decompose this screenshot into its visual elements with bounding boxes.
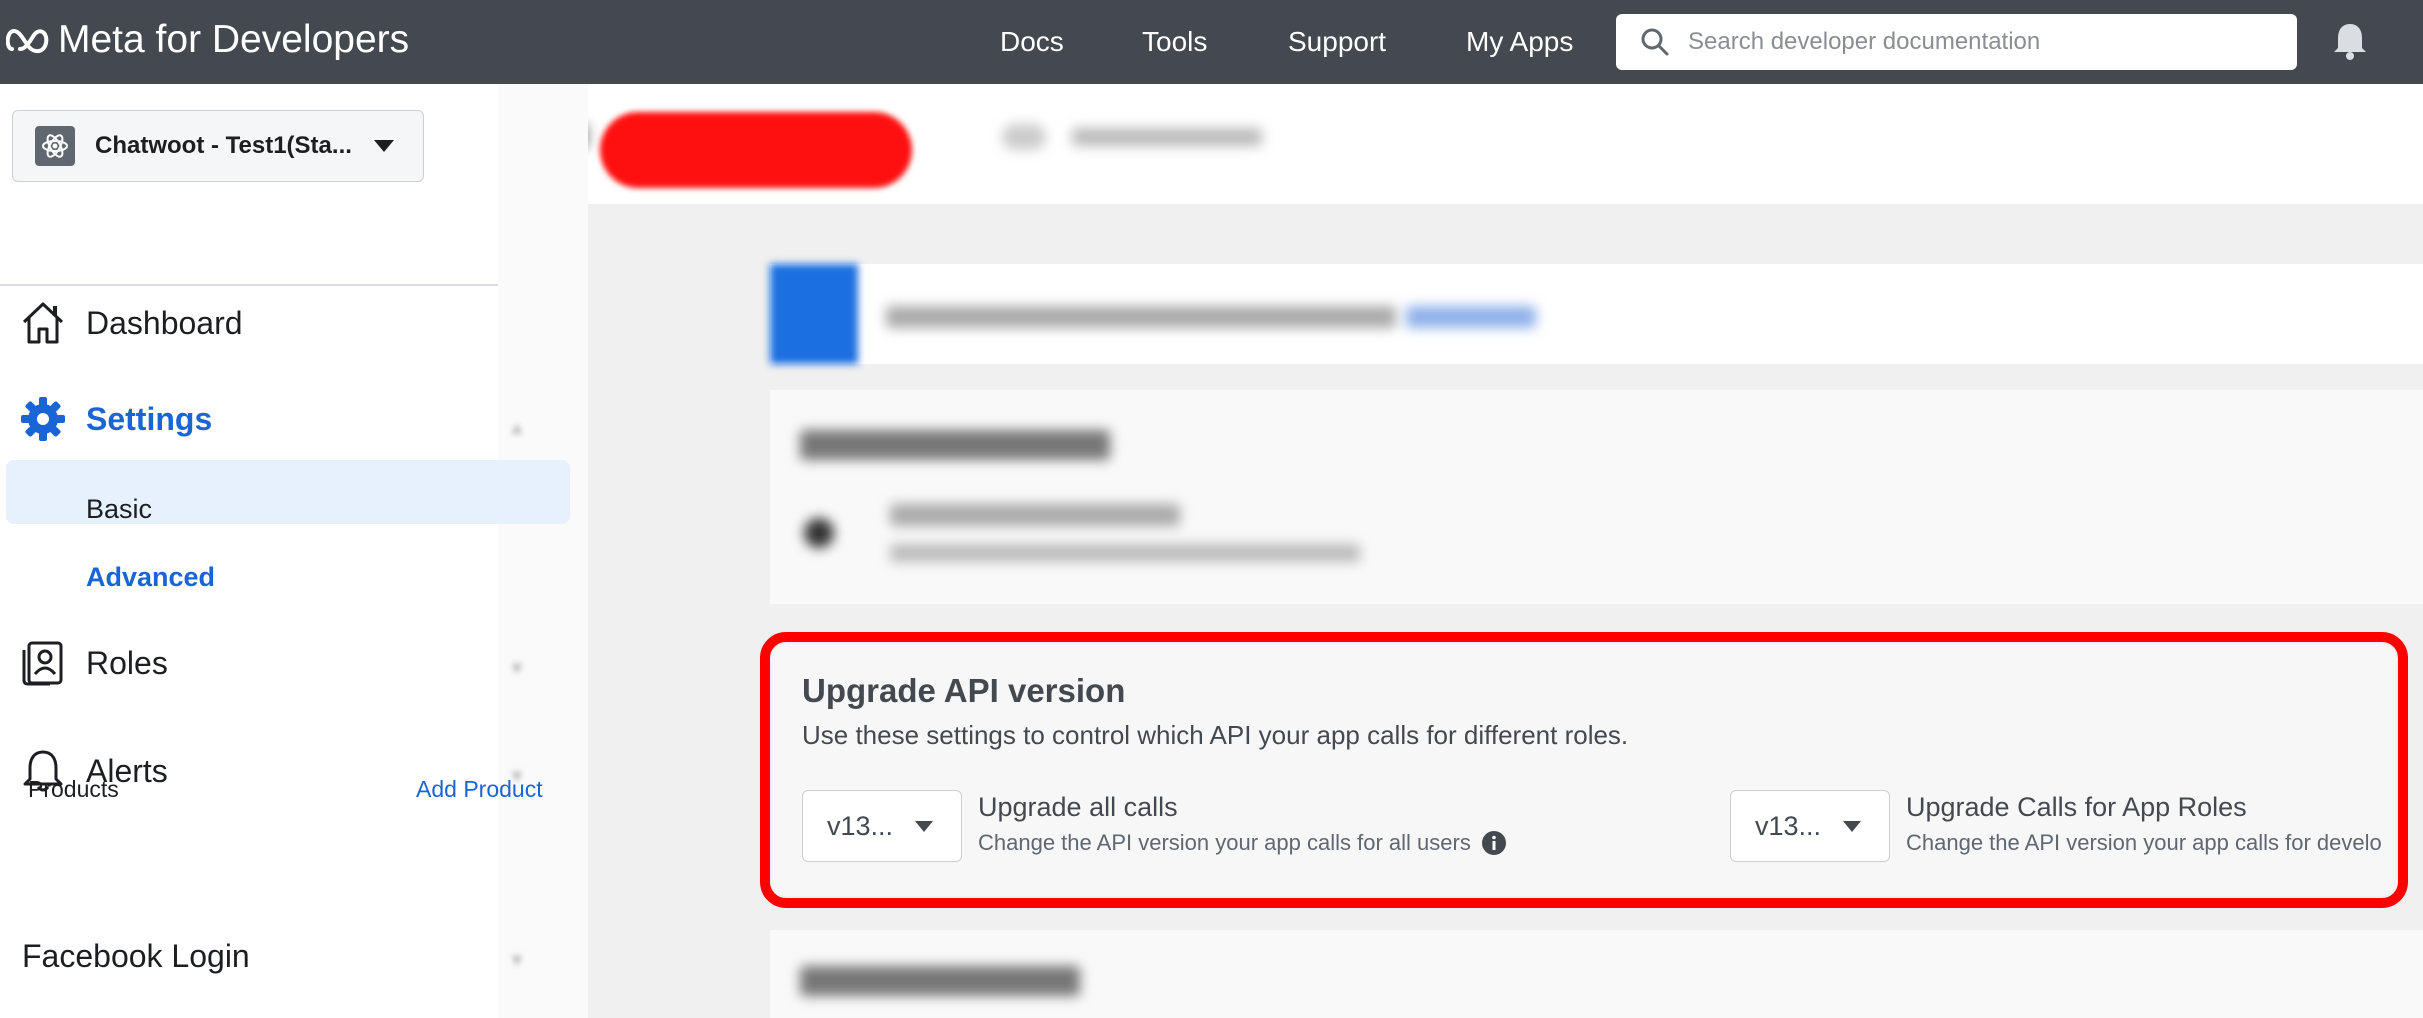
nav-tools[interactable]: Tools — [1142, 26, 1207, 58]
sidebar-divider — [0, 284, 498, 286]
test-version-banner — [770, 264, 2423, 364]
app-selector-dropdown[interactable]: Chatwoot - Test1(Sta... — [12, 110, 424, 182]
blurred-mode-toggle[interactable] — [1002, 124, 1046, 150]
nav-docs[interactable]: Docs — [1000, 26, 1064, 58]
caret-down-icon — [373, 140, 394, 152]
blurred-toggle[interactable] — [804, 518, 834, 548]
collapse-chevron-icon[interactable]: ▲ — [508, 418, 530, 438]
caret-down-icon — [1843, 820, 1862, 832]
selected-version: v13... — [1755, 810, 1822, 841]
nav-support[interactable]: Support — [1288, 26, 1386, 58]
blurred-banner-link[interactable] — [1406, 306, 1536, 328]
subtitle-text: Change the API version your app calls fo… — [978, 830, 1471, 855]
sidebar-item-settings[interactable]: Settings — [20, 396, 212, 442]
notifications-bell-icon[interactable] — [2332, 22, 2368, 60]
sidebar-item-facebook-login[interactable]: Facebook Login — [22, 938, 250, 975]
add-product-link[interactable]: Add Product — [416, 776, 543, 803]
upgrade-all-calls-version-select[interactable]: v13... — [802, 790, 962, 862]
sidebar-edge — [498, 84, 588, 1018]
expand-chevron-icon[interactable]: ▼ — [508, 950, 530, 970]
search-input[interactable] — [1688, 28, 2278, 56]
upgrade-app-roles-subtitle: Change the API version your app calls fo… — [1906, 830, 2382, 856]
meta-infinity-icon — [6, 28, 49, 54]
roles-badge-icon — [22, 641, 63, 686]
upgrade-app-roles-title: Upgrade Calls for App Roles — [1906, 792, 2247, 822]
gear-icon — [21, 397, 65, 441]
card-title: Upgrade API version — [802, 672, 1126, 709]
top-navigation-bar: Meta for Developers Docs Tools Support M… — [0, 0, 2423, 84]
search-box[interactable] — [1616, 14, 2297, 70]
sidebar-subitem-advanced[interactable]: Advanced — [86, 562, 215, 593]
info-icon — [770, 264, 858, 364]
redaction-mark — [600, 112, 912, 188]
sidebar-item-label: Facebook Login — [22, 938, 250, 974]
sidebar-item-label: Roles — [86, 644, 168, 681]
selected-version: v13... — [827, 810, 894, 841]
nav-my-apps[interactable]: My Apps — [1466, 26, 1573, 58]
sidebar-item-roles[interactable]: Roles — [20, 640, 168, 686]
app-authentication-card — [770, 390, 2423, 604]
blurred-card-title — [800, 966, 1080, 996]
logo-text: Meta for Developers — [58, 18, 410, 61]
subtitle-text: Change the API version your app calls fo… — [1906, 830, 2382, 855]
app-restrictions-card — [770, 930, 2423, 1018]
blurred-option-subtitle — [890, 544, 1360, 562]
upgrade-all-calls-title: Upgrade all calls — [978, 792, 1178, 822]
expand-chevron-icon[interactable]: ▼ — [508, 658, 530, 678]
blurred-mode-label — [1072, 128, 1262, 146]
products-section-label: Products — [28, 776, 119, 802]
sidebar-subitem-basic[interactable]: Basic — [86, 494, 152, 525]
app-name: Chatwoot - Test1(Sta... — [95, 132, 352, 159]
blurred-option-title — [890, 504, 1180, 526]
meta-logo[interactable]: Meta for Developers — [6, 18, 409, 62]
upgrade-app-roles-version-select[interactable]: v13... — [1730, 790, 1890, 862]
sidebar-item-label: Dashboard — [86, 304, 243, 341]
upgrade-api-version-card: Upgrade API version Use these settings t… — [772, 644, 2396, 896]
blurred-card-title — [800, 430, 1110, 460]
sidebar-item-label: Settings — [86, 400, 213, 437]
search-icon — [1641, 28, 1669, 56]
home-icon — [22, 302, 64, 344]
upgrade-all-calls-subtitle: Change the API version your app calls fo… — [978, 830, 1507, 856]
card-description: Use these settings to control which API … — [802, 720, 1629, 750]
caret-down-icon — [915, 820, 934, 832]
app-atom-icon — [35, 126, 75, 166]
info-icon[interactable] — [1481, 830, 1507, 856]
blurred-banner-text — [886, 306, 1396, 328]
sidebar-item-dashboard[interactable]: Dashboard — [20, 300, 243, 346]
